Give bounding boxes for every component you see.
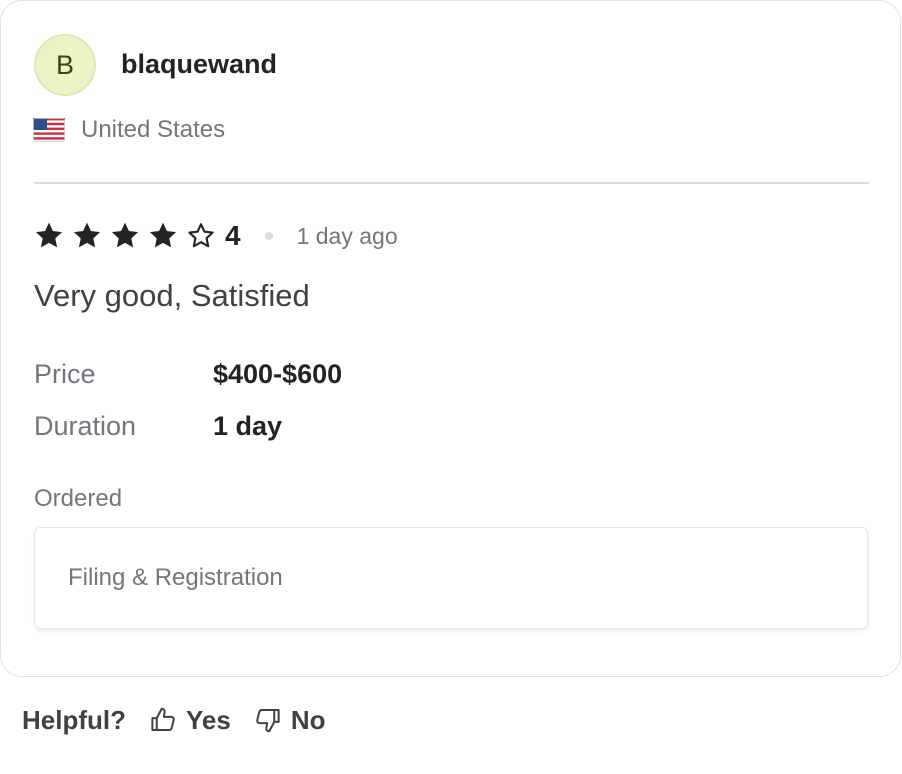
- thumbs-up-icon: [151, 707, 175, 731]
- divider: [34, 182, 869, 184]
- avatar[interactable]: B: [34, 34, 96, 96]
- ordered-label: Ordered: [34, 485, 123, 512]
- rating-value: 4: [225, 220, 241, 251]
- helpful-row: Helpful? Yes No: [22, 703, 348, 737]
- price-value: $400-$600: [213, 359, 343, 389]
- helpful-yes-label: Yes: [186, 704, 231, 735]
- star-filled-icon: [149, 222, 177, 248]
- avatar-initial: B: [55, 49, 74, 80]
- username[interactable]: blaquewand: [121, 49, 277, 80]
- price-label: Price: [34, 359, 96, 389]
- review-card: B blaquewand United States 4 1 day ago V…: [0, 0, 901, 677]
- country-name: United States: [81, 116, 226, 143]
- helpful-no-label: No: [290, 704, 326, 735]
- country-info: United States: [33, 116, 225, 144]
- review-time: 1 day ago: [296, 222, 398, 249]
- ordered-item-card[interactable]: Filing & Registration: [34, 527, 868, 629]
- thumbs-down-icon: [256, 709, 280, 733]
- star-filled-icon: [111, 222, 139, 248]
- helpful-label: Helpful?: [22, 704, 126, 735]
- duration-label: Duration: [34, 411, 137, 441]
- us-flag-icon: [33, 118, 65, 142]
- review-text: Very good, Satisfied: [34, 278, 310, 313]
- duration-value: 1 day: [213, 411, 283, 441]
- helpful-no-button[interactable]: No: [253, 705, 326, 736]
- ordered-item-title: Filing & Registration: [68, 564, 283, 591]
- star-filled-icon: [73, 222, 101, 248]
- star-outline-icon: [188, 223, 214, 248]
- rating-row: 4 1 day ago: [33, 217, 398, 255]
- helpful-yes-button[interactable]: Yes: [148, 705, 231, 736]
- star-filled-icon: [35, 222, 63, 248]
- separator-dot: [264, 232, 273, 240]
